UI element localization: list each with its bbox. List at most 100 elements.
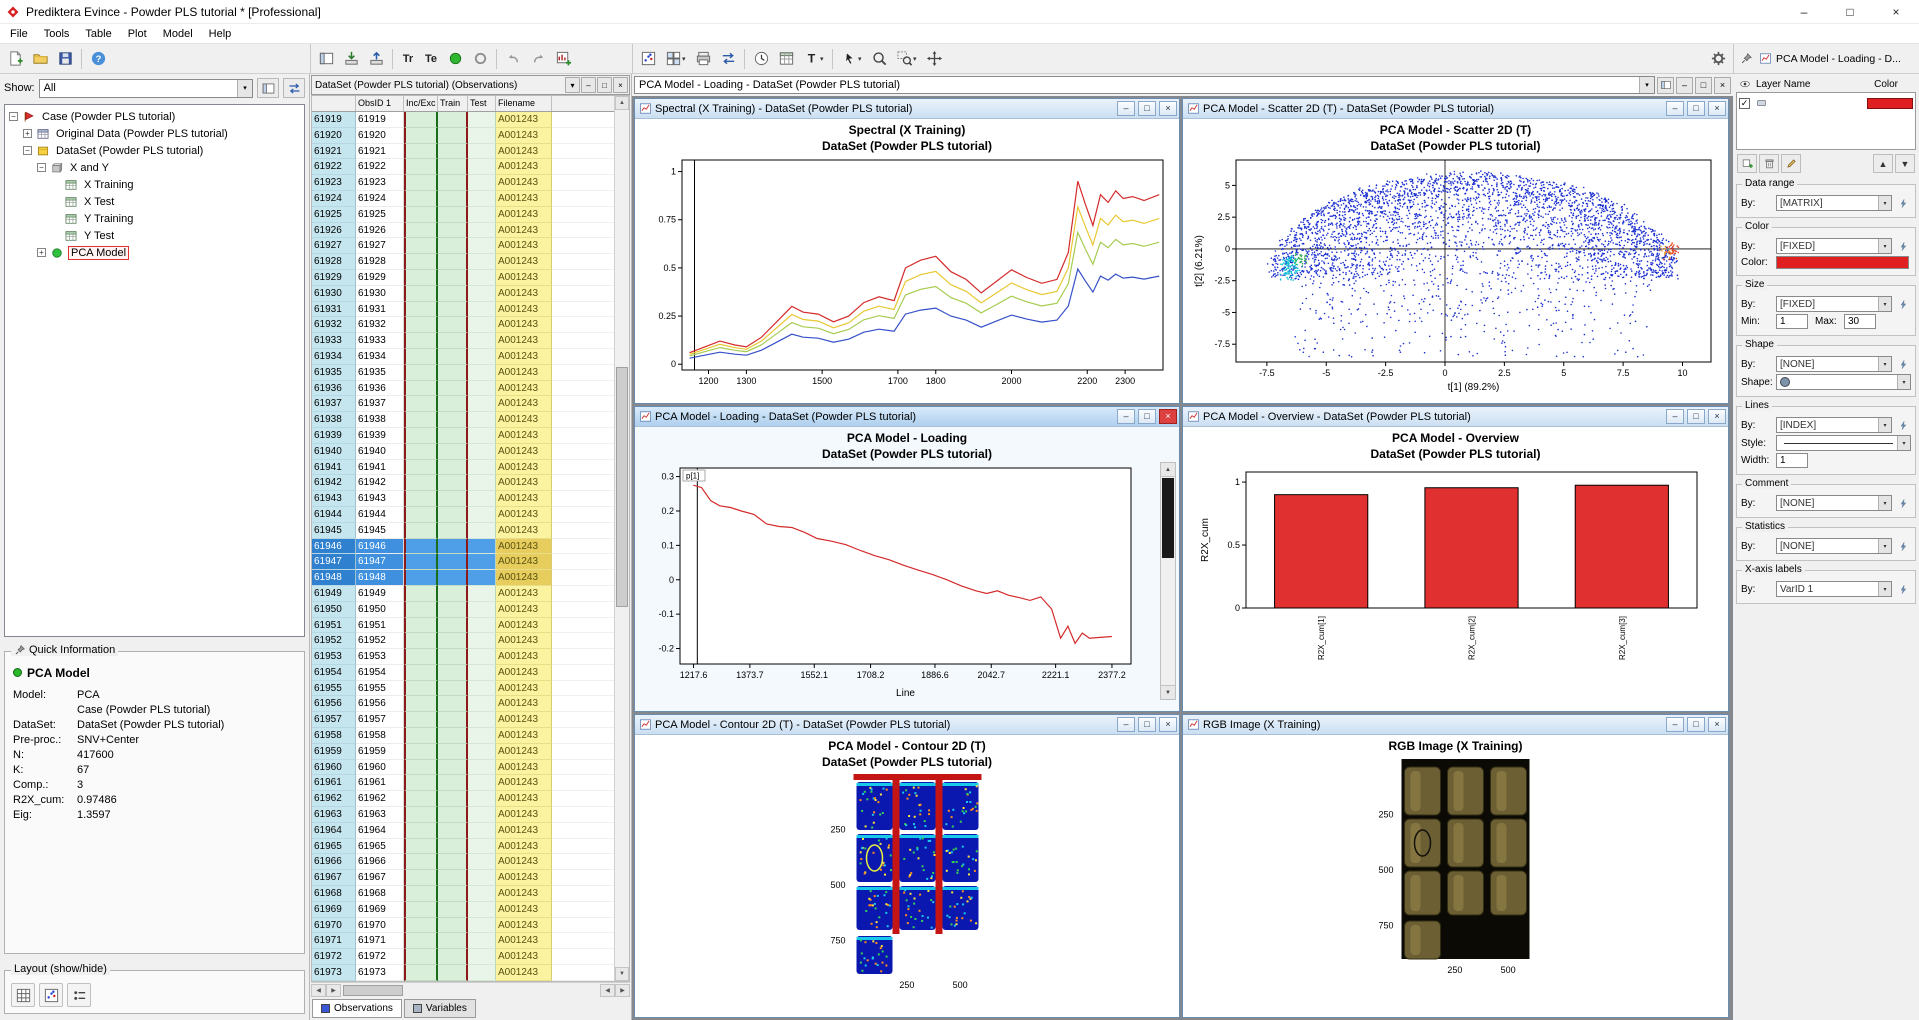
obsid-cell[interactable]: 61967 [356, 870, 404, 886]
table-row[interactable]: 6194561945A001243 [312, 523, 614, 539]
train-cell[interactable] [438, 428, 468, 444]
scroll-right-button[interactable]: ▶ [326, 984, 341, 997]
train-cell[interactable] [438, 854, 468, 870]
train-cell[interactable] [438, 775, 468, 791]
table-row[interactable]: 6195861958A001243 [312, 728, 614, 744]
table-row[interactable]: 6193561935A001243 [312, 365, 614, 381]
minimize-button[interactable]: – [1117, 717, 1135, 732]
table-row[interactable]: 6194861948A001243 [312, 570, 614, 586]
obsid-cell[interactable]: 61964 [356, 823, 404, 839]
test-cell[interactable] [468, 191, 496, 207]
inc-exc-cell[interactable] [404, 618, 438, 634]
close-button[interactable]: × [1159, 409, 1177, 424]
scroll-left-button[interactable]: ◀ [600, 984, 615, 997]
table-row[interactable]: 6193661936A001243 [312, 381, 614, 397]
test-cell[interactable] [468, 791, 496, 807]
table-row[interactable]: 6195661956A001243 [312, 696, 614, 712]
row-id-cell[interactable]: 61959 [312, 744, 356, 760]
row-id-cell[interactable]: 61973 [312, 965, 356, 981]
test-cell[interactable] [468, 365, 496, 381]
test-cell[interactable] [468, 933, 496, 949]
row-id-cell[interactable]: 61925 [312, 207, 356, 223]
window-minimize-button[interactable]: – [1781, 0, 1827, 23]
filename-cell[interactable]: A001243 [496, 460, 552, 476]
size-min-input[interactable]: 1 [1776, 314, 1808, 329]
filename-cell[interactable]: A001243 [496, 633, 552, 649]
table-row[interactable]: 6192661926A001243 [312, 223, 614, 239]
test-cell[interactable] [468, 696, 496, 712]
row-id-cell[interactable]: 61946 [312, 539, 356, 555]
scroll-left-button[interactable]: ◀ [311, 984, 326, 997]
filename-cell[interactable]: A001243 [496, 554, 552, 570]
row-id-cell[interactable]: 61948 [312, 570, 356, 586]
obsid-cell[interactable]: 61959 [356, 744, 404, 760]
line-style-select[interactable]: ▾ [1776, 435, 1911, 451]
table-row[interactable]: 6193161931A001243 [312, 302, 614, 318]
obsid-cell[interactable]: 61939 [356, 428, 404, 444]
inc-exc-cell[interactable] [404, 570, 438, 586]
table-row[interactable]: 6195161951A001243 [312, 618, 614, 634]
inc-exc-cell[interactable] [404, 238, 438, 254]
test-cell[interactable] [468, 602, 496, 618]
inc-exc-cell[interactable] [404, 428, 438, 444]
filename-cell[interactable]: A001243 [496, 270, 552, 286]
table-row[interactable]: 6194261942A001243 [312, 475, 614, 491]
train-cell[interactable] [438, 159, 468, 175]
train-cell[interactable] [438, 602, 468, 618]
size-max-input[interactable]: 30 [1844, 314, 1876, 329]
contour-image[interactable]: 250500750250500 [640, 770, 1175, 1008]
scroll-thumb[interactable] [616, 367, 628, 607]
inc-exc-cell[interactable] [404, 396, 438, 412]
row-id-cell[interactable]: 61932 [312, 317, 356, 333]
train-cell[interactable] [438, 444, 468, 460]
row-id-cell[interactable]: 61956 [312, 696, 356, 712]
row-id-cell[interactable]: 61969 [312, 902, 356, 918]
obsid-cell[interactable]: 61948 [356, 570, 404, 586]
test-cell[interactable] [468, 381, 496, 397]
table-row[interactable]: 6194061940A001243 [312, 444, 614, 460]
obsid-cell[interactable]: 61947 [356, 554, 404, 570]
row-id-cell[interactable]: 61965 [312, 839, 356, 855]
new-analysis-button[interactable] [3, 47, 27, 71]
table-row[interactable]: 6195361953A001243 [312, 649, 614, 665]
scroll-thumb[interactable] [1162, 478, 1174, 558]
menu-plot[interactable]: Plot [120, 26, 155, 42]
test-cell[interactable] [468, 586, 496, 602]
test-cell[interactable] [468, 396, 496, 412]
inc-exc-cell[interactable] [404, 886, 438, 902]
test-cell[interactable] [468, 475, 496, 491]
tree-expander-icon[interactable]: − [23, 146, 32, 155]
row-id-cell[interactable]: 61941 [312, 460, 356, 476]
row-id-cell[interactable]: 61954 [312, 665, 356, 681]
obsid-cell[interactable]: 61971 [356, 933, 404, 949]
statistics-by-select[interactable]: [NONE]▾ [1776, 538, 1892, 554]
train-cell[interactable] [438, 112, 468, 128]
inc-exc-cell[interactable] [404, 460, 438, 476]
include-button[interactable] [443, 47, 467, 71]
inc-exc-cell[interactable] [404, 475, 438, 491]
maximize-button[interactable]: □ [1138, 101, 1156, 116]
row-id-cell[interactable]: 61927 [312, 238, 356, 254]
table-row[interactable]: 6196361963A001243 [312, 807, 614, 823]
row-id-cell[interactable]: 61924 [312, 191, 356, 207]
filename-cell[interactable]: A001243 [496, 444, 552, 460]
table-row[interactable]: 6195061950A001243 [312, 602, 614, 618]
row-id-cell[interactable]: 61936 [312, 381, 356, 397]
train-cell[interactable] [438, 223, 468, 239]
inc-exc-cell[interactable] [404, 191, 438, 207]
obsid-cell[interactable]: 61935 [356, 365, 404, 381]
inc-exc-cell[interactable] [404, 665, 438, 681]
table-row[interactable]: 6194161941A001243 [312, 460, 614, 476]
test-cell[interactable] [468, 460, 496, 476]
test-cell[interactable] [468, 270, 496, 286]
test-cell[interactable] [468, 744, 496, 760]
inc-exc-cell[interactable] [404, 523, 438, 539]
train-cell[interactable] [438, 128, 468, 144]
inc-exc-cell[interactable] [404, 539, 438, 555]
inc-exc-cell[interactable] [404, 602, 438, 618]
row-id-cell[interactable]: 61968 [312, 886, 356, 902]
minimize-button[interactable]: – [1117, 101, 1135, 116]
obsid-cell[interactable]: 61960 [356, 760, 404, 776]
train-cell[interactable] [438, 175, 468, 191]
train-cell[interactable] [438, 618, 468, 634]
